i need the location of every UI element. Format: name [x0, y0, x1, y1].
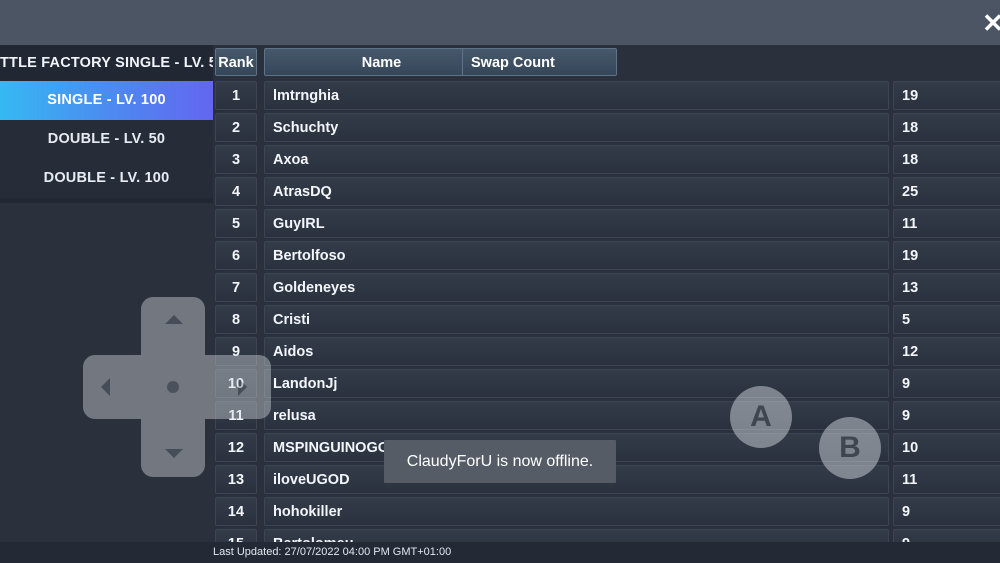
dpad-down-icon[interactable] [165, 449, 183, 458]
table-row[interactable]: 4 AtrasDQ 25 [213, 176, 1000, 208]
cell-swap-count: 18 [893, 145, 1000, 174]
cell-name: Goldeneyes [264, 273, 889, 302]
cell-swap-count: 13 [893, 273, 1000, 302]
cell-swap-count: 9 [893, 369, 1000, 398]
sidebar: TTLE FACTORY SINGLE - LV. 50 SINGLE - LV… [0, 45, 213, 203]
top-bar: ✕ [0, 0, 1000, 45]
cell-swap-count: 11 [893, 465, 1000, 494]
table-row[interactable]: 14 hohokiller 9 [213, 496, 1000, 528]
cell-rank: 4 [215, 177, 257, 206]
sidebar-item-0[interactable]: SINGLE - LV. 100 [0, 81, 213, 120]
close-icon[interactable]: ✕ [980, 10, 1000, 36]
cell-swap-count: 12 [893, 337, 1000, 366]
cell-name: LandonJj [264, 369, 889, 398]
cell-name: GuyIRL [264, 209, 889, 238]
cell-swap-count: 9 [893, 401, 1000, 430]
dpad-center-dot [167, 381, 179, 393]
sidebar-item-1[interactable]: DOUBLE - LV. 50 [0, 120, 213, 159]
cell-name: relusa [264, 401, 889, 430]
cell-swap-count: 11 [893, 209, 1000, 238]
table-row[interactable]: 11 relusa 9 [213, 400, 1000, 432]
cell-swap-count: 19 [893, 241, 1000, 270]
cell-rank: 10 [215, 369, 257, 398]
table-row[interactable]: 10 LandonJj 9 [213, 368, 1000, 400]
sidebar-item-list: SINGLE - LV. 100 DOUBLE - LV. 50 DOUBLE - … [0, 81, 213, 198]
leaderboard-screen: ✕ TTLE FACTORY SINGLE - LV. 50 SINGLE - … [0, 0, 1000, 563]
table-row[interactable]: 15 Bartolomeu 9 [213, 528, 1000, 542]
cell-rank: 2 [215, 113, 257, 142]
button-a[interactable]: A [730, 386, 792, 448]
table-row[interactable]: 9 Aidos 12 [213, 336, 1000, 368]
cell-rank: 9 [215, 337, 257, 366]
cell-name: Bartolomeu [264, 529, 889, 542]
cell-swap-count: 25 [893, 177, 1000, 206]
cell-name: Axoa [264, 145, 889, 174]
cell-swap-count: 18 [893, 113, 1000, 142]
cell-swap-count: 5 [893, 305, 1000, 334]
dpad-left-icon[interactable] [101, 378, 110, 396]
cell-rank: 5 [215, 209, 257, 238]
cell-swap-count: 19 [893, 81, 1000, 110]
cell-name: AtrasDQ [264, 177, 889, 206]
cell-rank: 13 [215, 465, 257, 494]
column-header-rank[interactable]: Rank [215, 48, 257, 76]
table-row[interactable]: 3 Axoa 18 [213, 144, 1000, 176]
toast-notification: ClaudyForU is now offline. [384, 440, 616, 483]
button-b[interactable]: B [819, 417, 881, 479]
table-row[interactable]: 6 Bertolfoso 19 [213, 240, 1000, 272]
table-row[interactable]: 5 GuyIRL 11 [213, 208, 1000, 240]
sidebar-item-label: SINGLE - LV. 100 [47, 92, 166, 108]
cell-swap-count: 10 [893, 433, 1000, 462]
table-header-row: Rank Name Swap Count [213, 45, 1000, 80]
cell-name: lmtrnghia [264, 81, 889, 110]
sidebar-item-label: DOUBLE - LV. 100 [43, 170, 170, 186]
cell-name: Bertolfoso [264, 241, 889, 270]
cell-rank: 12 [215, 433, 257, 462]
sidebar-item-2[interactable]: DOUBLE - LV. 100 [0, 159, 213, 198]
table-row[interactable]: 1 lmtrnghia 19 [213, 80, 1000, 112]
cell-rank: 15 [215, 529, 257, 542]
status-bar-last-updated: Last Updated: 27/07/2022 04:00 PM GMT+01… [0, 542, 1000, 563]
cell-rank: 3 [215, 145, 257, 174]
cell-swap-count: 9 [893, 497, 1000, 526]
cell-name: Aidos [264, 337, 889, 366]
dpad-up-icon[interactable] [165, 315, 183, 324]
cell-rank: 7 [215, 273, 257, 302]
cell-rank: 1 [215, 81, 257, 110]
sidebar-item-label: DOUBLE - LV. 50 [47, 131, 166, 147]
table-row[interactable]: 2 Schuchty 18 [213, 112, 1000, 144]
cell-swap-count: 9 [893, 529, 1000, 542]
column-header-swap-count[interactable]: Swap Count [462, 48, 617, 76]
cell-name: Cristi [264, 305, 889, 334]
table-row[interactable]: 8 Cristi 5 [213, 304, 1000, 336]
cell-name: hohokiller [264, 497, 889, 526]
cell-name: Schuchty [264, 113, 889, 142]
cell-rank: 8 [215, 305, 257, 334]
cell-rank: 11 [215, 401, 257, 430]
dpad-vertical-bar [141, 297, 205, 477]
sidebar-title: TTLE FACTORY SINGLE - LV. 50 [0, 45, 213, 81]
cell-rank: 14 [215, 497, 257, 526]
table-row[interactable]: 7 Goldeneyes 13 [213, 272, 1000, 304]
cell-rank: 6 [215, 241, 257, 270]
